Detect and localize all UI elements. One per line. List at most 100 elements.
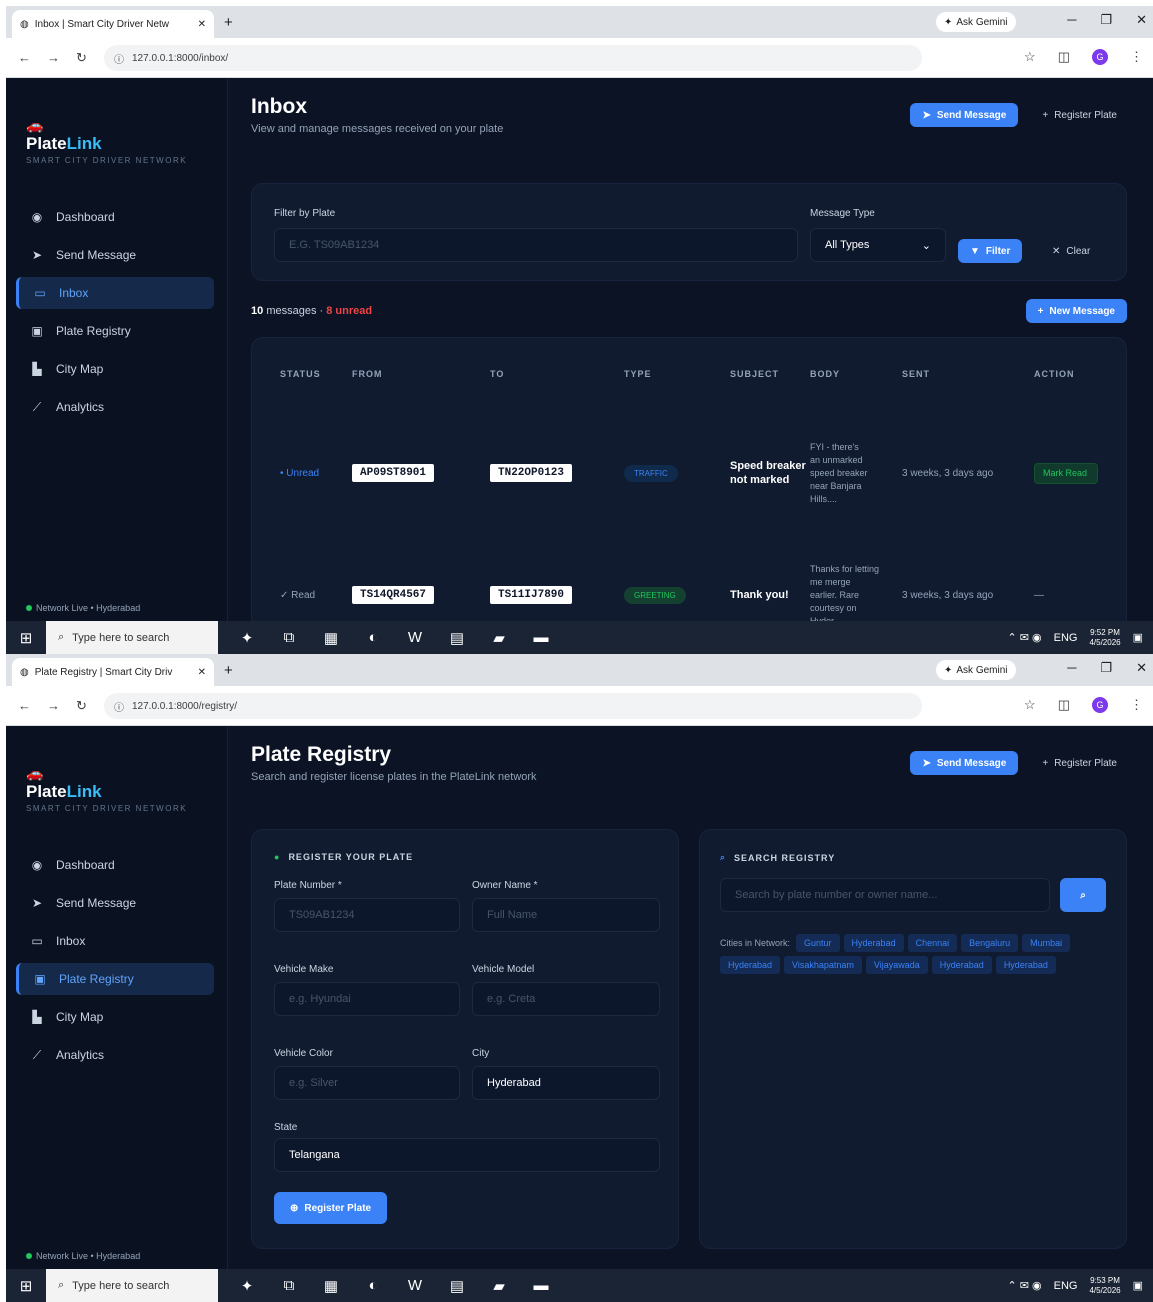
close-tab-icon[interactable]: ✕ bbox=[198, 19, 206, 30]
city-chip[interactable]: Vijayawada bbox=[865, 956, 928, 974]
back-icon[interactable]: ← bbox=[18, 50, 31, 66]
bookmark-star-icon[interactable]: ☆ bbox=[1024, 697, 1036, 713]
sidebar-item-dashboard[interactable]: ◉ Dashboard bbox=[16, 849, 214, 881]
sidebar-item-send-message[interactable]: ➤ Send Message bbox=[16, 239, 214, 271]
sidebar-item-city-map[interactable]: ▙ City Map bbox=[16, 1001, 214, 1033]
vehicle-model-input[interactable]: e.g. Creta bbox=[472, 982, 660, 1016]
notification-icon[interactable]: ▣ bbox=[1133, 631, 1143, 644]
city-chip[interactable]: Hyderabad bbox=[720, 956, 781, 974]
terminal-icon[interactable]: ▬ bbox=[528, 1277, 554, 1294]
new-message-button[interactable]: + New Message bbox=[1025, 299, 1127, 323]
send-message-button[interactable]: ➤ Send Message bbox=[910, 751, 1019, 775]
app-icon[interactable]: ▦ bbox=[318, 1277, 344, 1295]
sidebar-item-dashboard[interactable]: ◉ Dashboard bbox=[16, 201, 214, 233]
sidebar-item-inbox[interactable]: ▭ Inbox bbox=[16, 925, 214, 957]
clock[interactable]: 9:52 PM 4/5/2026 bbox=[1089, 628, 1120, 648]
vehicle-color-input[interactable]: e.g. Silver bbox=[274, 1066, 460, 1100]
reload-icon[interactable]: ↻ bbox=[76, 50, 87, 66]
task-view-icon[interactable]: ⧉ bbox=[276, 629, 302, 646]
owner-name-input[interactable]: Full Name bbox=[472, 898, 660, 932]
ask-gemini-button[interactable]: ✦ Ask Gemini bbox=[936, 660, 1016, 680]
sidebar-item-analytics[interactable]: ⟋ Analytics bbox=[16, 391, 214, 423]
sidepanel-icon[interactable]: ◫ bbox=[1058, 697, 1070, 713]
bookmark-star-icon[interactable]: ☆ bbox=[1024, 49, 1036, 65]
filter-button[interactable]: ▼ Filter bbox=[958, 239, 1023, 263]
taskbar-search[interactable]: ⌕ Type here to search bbox=[46, 621, 218, 654]
browser-tab[interactable]: ◍ Inbox | Smart City Driver Netw ✕ bbox=[12, 10, 214, 38]
close-tab-icon[interactable]: ✕ bbox=[198, 667, 206, 678]
weather-icon[interactable]: ✦ bbox=[234, 1277, 260, 1295]
city-input[interactable]: Hyderabad bbox=[472, 1066, 660, 1100]
office-icon[interactable]: W bbox=[402, 629, 428, 646]
ask-gemini-button[interactable]: ✦ Ask Gemini bbox=[936, 12, 1016, 32]
menu-dots-icon[interactable]: ⋮ bbox=[1130, 49, 1143, 65]
windows-start-icon[interactable]: ⊞ bbox=[6, 1277, 46, 1295]
new-tab-icon[interactable]: + bbox=[224, 662, 233, 679]
file-explorer-icon[interactable]: ▰ bbox=[486, 1277, 512, 1295]
tray-icons[interactable]: ⌃ ✉ ◉ bbox=[1007, 631, 1041, 644]
sidepanel-icon[interactable]: ◫ bbox=[1058, 49, 1070, 65]
city-chip[interactable]: Hyderabad bbox=[931, 956, 992, 974]
language-indicator[interactable]: ENG bbox=[1054, 1280, 1078, 1292]
app-icon[interactable]: ▦ bbox=[318, 629, 344, 647]
maximize-icon[interactable]: ❐ bbox=[1100, 12, 1112, 28]
city-chip[interactable]: Chennai bbox=[907, 934, 958, 952]
minimize-icon[interactable]: ─ bbox=[1067, 12, 1076, 28]
maximize-icon[interactable]: ❐ bbox=[1100, 660, 1112, 676]
forward-icon[interactable]: → bbox=[47, 50, 60, 66]
minimize-icon[interactable]: ─ bbox=[1067, 660, 1076, 676]
tray-icons[interactable]: ⌃ ✉ ◉ bbox=[1007, 1279, 1041, 1292]
sidebar-item-plate-registry[interactable]: ▣ Plate Registry bbox=[16, 315, 214, 347]
edge-icon[interactable]: ◐ bbox=[360, 1277, 386, 1294]
new-tab-icon[interactable]: + bbox=[224, 14, 233, 31]
profile-avatar[interactable]: G bbox=[1092, 49, 1108, 65]
mark-read-button[interactable]: Mark Read bbox=[1034, 462, 1098, 484]
weather-icon[interactable]: ✦ bbox=[234, 629, 260, 647]
office-icon[interactable]: W bbox=[402, 1277, 428, 1294]
close-window-icon[interactable]: ✕ bbox=[1136, 660, 1147, 676]
city-chip[interactable]: Bengaluru bbox=[961, 934, 1019, 952]
url-field[interactable]: ⓘ 127.0.0.1:8000/registry/ bbox=[104, 693, 922, 719]
city-chip[interactable]: Hyderabad bbox=[843, 934, 904, 952]
file-explorer-icon[interactable]: ▰ bbox=[486, 629, 512, 647]
app-logo[interactable]: 🚗 PlateLink SMART CITY DRIVER NETWORK bbox=[26, 117, 187, 165]
profile-avatar[interactable]: G bbox=[1092, 697, 1108, 713]
sidebar-item-plate-registry[interactable]: ▣ Plate Registry bbox=[16, 963, 214, 995]
app-logo[interactable]: 🚗 PlateLink SMART CITY DRIVER NETWORK bbox=[26, 765, 187, 813]
city-chip[interactable]: Visakhapatnam bbox=[784, 956, 862, 974]
registry-search-input[interactable]: Search by plate number or owner name... bbox=[720, 878, 1050, 912]
taskbar-search[interactable]: ⌕ Type here to search bbox=[46, 1269, 218, 1302]
reload-icon[interactable]: ↻ bbox=[76, 698, 87, 714]
filter-plate-input[interactable]: E.G. TS09AB1234 bbox=[274, 228, 798, 262]
city-chip[interactable]: Mumbai bbox=[1022, 934, 1071, 952]
vehicle-make-input[interactable]: e.g. Hyundai bbox=[274, 982, 460, 1016]
submit-register-button[interactable]: ⊕ Register Plate bbox=[274, 1192, 388, 1224]
sidebar-item-analytics[interactable]: ⟋ Analytics bbox=[16, 1039, 214, 1071]
notification-icon[interactable]: ▣ bbox=[1133, 1279, 1143, 1292]
edge-icon[interactable]: ◐ bbox=[360, 629, 386, 646]
send-message-button[interactable]: ➤ Send Message bbox=[910, 103, 1019, 127]
sidebar-item-city-map[interactable]: ▙ City Map bbox=[16, 353, 214, 385]
register-plate-button[interactable]: + Register Plate bbox=[1032, 751, 1127, 775]
city-chip[interactable]: Hyderabad bbox=[995, 956, 1056, 974]
browser-tab[interactable]: ◍ Plate Registry | Smart City Driv ✕ bbox=[12, 658, 214, 686]
sidebar-item-send-message[interactable]: ➤ Send Message bbox=[16, 887, 214, 919]
windows-start-icon[interactable]: ⊞ bbox=[6, 629, 46, 647]
table-row[interactable]: • Unread AP09ST8901 TN22OP0123 TRAFFIC S… bbox=[280, 410, 1110, 536]
state-input[interactable]: Telangana bbox=[274, 1138, 660, 1172]
close-window-icon[interactable]: ✕ bbox=[1136, 12, 1147, 28]
sidebar-item-inbox[interactable]: ▭ Inbox bbox=[16, 277, 214, 309]
clock[interactable]: 9:53 PM 4/5/2026 bbox=[1089, 1276, 1120, 1296]
message-type-select[interactable]: All Types ⌄ bbox=[810, 228, 946, 262]
clear-button[interactable]: ✕ Clear bbox=[1042, 239, 1100, 263]
register-plate-button[interactable]: + Register Plate bbox=[1032, 103, 1127, 127]
language-indicator[interactable]: ENG bbox=[1054, 632, 1078, 644]
back-icon[interactable]: ← bbox=[18, 698, 31, 714]
url-field[interactable]: ⓘ 127.0.0.1:8000/inbox/ bbox=[104, 45, 922, 71]
app-icon[interactable]: ▤ bbox=[444, 1277, 470, 1295]
app-icon[interactable]: ▤ bbox=[444, 629, 470, 647]
forward-icon[interactable]: → bbox=[47, 698, 60, 714]
plate-number-input[interactable]: TS09AB1234 bbox=[274, 898, 460, 932]
menu-dots-icon[interactable]: ⋮ bbox=[1130, 697, 1143, 713]
terminal-icon[interactable]: ▬ bbox=[528, 629, 554, 646]
